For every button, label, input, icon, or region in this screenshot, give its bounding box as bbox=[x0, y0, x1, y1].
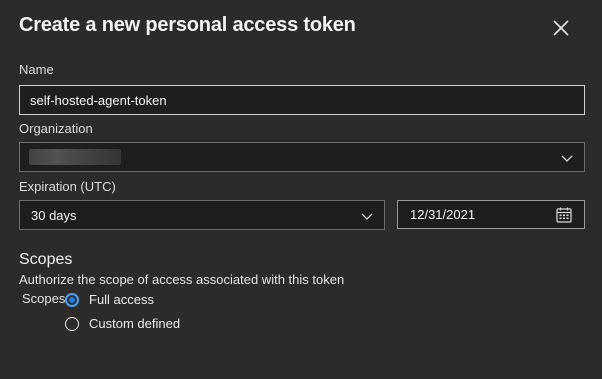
radio-label-custom-defined: Custom defined bbox=[89, 316, 181, 331]
organization-redacted-value bbox=[29, 149, 121, 165]
name-input[interactable]: self-hosted-agent-token bbox=[19, 85, 585, 115]
name-input-value: self-hosted-agent-token bbox=[30, 92, 167, 108]
create-token-dialog: Create a new personal access token Name … bbox=[0, 0, 602, 379]
radio-custom-defined[interactable]: Custom defined bbox=[65, 316, 180, 331]
close-button[interactable] bbox=[548, 15, 574, 41]
expiration-date-value: 12/31/2021 bbox=[410, 207, 476, 222]
organization-dropdown[interactable] bbox=[19, 142, 585, 172]
expiration-label: Expiration (UTC) bbox=[19, 179, 116, 194]
expiration-date-input[interactable]: 12/31/2021 bbox=[397, 200, 585, 229]
scopes-heading: Scopes bbox=[19, 251, 73, 268]
radio-full-access[interactable]: Full access bbox=[65, 292, 154, 307]
calendar-icon[interactable] bbox=[556, 207, 572, 226]
radio-label-full-access: Full access bbox=[89, 292, 155, 307]
chevron-down-icon bbox=[361, 210, 373, 225]
scopes-label: Scopes bbox=[22, 291, 66, 306]
name-label: Name bbox=[19, 62, 54, 77]
scopes-description: Authorize the scope of access associated… bbox=[19, 272, 345, 287]
organization-label: Organization bbox=[19, 121, 93, 136]
expiration-dropdown[interactable]: 30 days bbox=[19, 200, 385, 230]
close-icon bbox=[548, 15, 574, 41]
radio-button-unchecked[interactable] bbox=[65, 316, 79, 331]
radio-button-checked[interactable] bbox=[65, 292, 79, 307]
chevron-down-icon bbox=[561, 152, 573, 167]
expiration-selected-value: 30 days bbox=[31, 207, 77, 223]
dialog-title: Create a new personal access token bbox=[19, 14, 356, 36]
